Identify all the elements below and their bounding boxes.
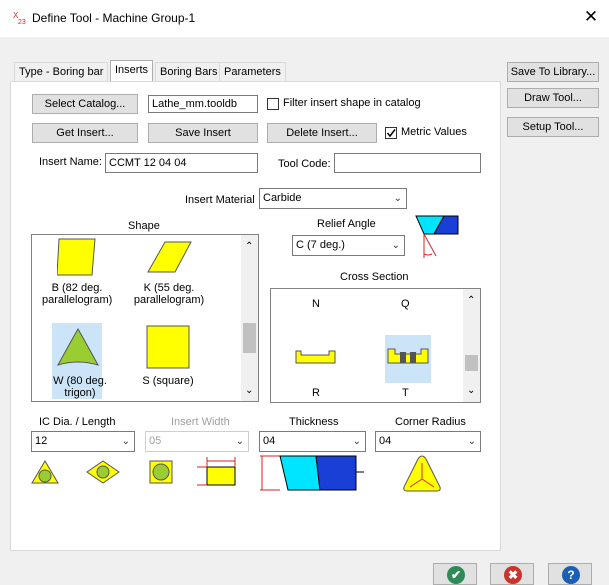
setup-tool-button[interactable]: Setup Tool... bbox=[507, 117, 599, 137]
help-button[interactable]: ? bbox=[548, 563, 592, 585]
cross-section-r-label: R bbox=[312, 387, 320, 399]
app-icon: X 23 bbox=[12, 9, 28, 26]
chevron-down-icon: ⌄ bbox=[235, 436, 244, 447]
shape-list[interactable]: B (82 deg. parallelogram) K (55 deg. par… bbox=[31, 234, 259, 402]
insert-width-label: Insert Width bbox=[171, 416, 230, 428]
insert-material-select[interactable]: Carbide ⌄ bbox=[259, 188, 407, 209]
scroll-down-icon[interactable]: ⌄ bbox=[467, 385, 475, 396]
tool-code-input[interactable] bbox=[334, 153, 481, 173]
check-icon: ✔ bbox=[447, 566, 465, 584]
svg-text:23: 23 bbox=[18, 19, 26, 25]
cross-section-q-image bbox=[387, 348, 429, 364]
shape-scrollbar[interactable]: ⌃ ⌄ bbox=[241, 235, 258, 401]
corner-radius-value: 04 bbox=[379, 435, 392, 447]
thickness-icon bbox=[260, 455, 364, 491]
metric-values-label: Metric Values bbox=[401, 126, 467, 138]
close-icon[interactable]: ✕ bbox=[581, 7, 601, 27]
ok-button[interactable]: ✔ bbox=[433, 563, 477, 585]
filter-checkbox[interactable] bbox=[267, 98, 279, 110]
cross-section-q-label: Q bbox=[401, 298, 410, 310]
cross-section-scrollbar[interactable]: ⌃ ⌄ bbox=[463, 289, 480, 402]
delete-insert-button[interactable]: Delete Insert... bbox=[267, 123, 377, 143]
cross-section-n-label: N bbox=[312, 298, 320, 310]
chevron-down-icon: ⌄ bbox=[121, 436, 130, 447]
cancel-button[interactable]: ✖ bbox=[490, 563, 534, 585]
corner-radius-select[interactable]: 04 ⌄ bbox=[375, 431, 481, 452]
insert-width-select[interactable]: 05 ⌄ bbox=[145, 431, 249, 452]
insert-name-label: Insert Name: bbox=[39, 156, 102, 168]
shape-item-w[interactable]: W (80 deg. trigon) bbox=[42, 323, 122, 399]
tab-type-boring-bar[interactable]: Type - Boring bar bbox=[14, 62, 109, 81]
metric-values-checkbox[interactable] bbox=[385, 127, 397, 139]
ic-diamond-icon bbox=[86, 460, 120, 484]
shape-s-caption: S (square) bbox=[142, 375, 194, 387]
shape-b-image bbox=[57, 238, 96, 276]
chevron-down-icon: ⌄ bbox=[393, 193, 402, 204]
ic-dia-select[interactable]: 12 ⌄ bbox=[31, 431, 135, 452]
ic-square-icon bbox=[149, 460, 173, 484]
chevron-down-icon: ⌄ bbox=[352, 436, 361, 447]
scroll-thumb[interactable] bbox=[465, 355, 478, 371]
cancel-icon: ✖ bbox=[504, 566, 522, 584]
cross-section-t-label: T bbox=[402, 387, 409, 399]
insert-width-value: 05 bbox=[149, 435, 162, 447]
relief-angle-heading: Relief Angle bbox=[317, 218, 376, 230]
shape-k-caption: K (55 deg. parallelogram) bbox=[133, 282, 205, 306]
shape-heading: Shape bbox=[128, 220, 160, 232]
save-insert-button[interactable]: Save Insert bbox=[148, 123, 258, 143]
shape-w-caption: W (80 deg. trigon) bbox=[53, 375, 107, 399]
corner-radius-icon bbox=[403, 455, 441, 492]
cross-section-heading: Cross Section bbox=[340, 271, 409, 283]
thickness-select[interactable]: 04 ⌄ bbox=[259, 431, 366, 452]
get-insert-button[interactable]: Get Insert... bbox=[32, 123, 138, 143]
tab-inserts[interactable]: Inserts bbox=[110, 60, 154, 82]
scroll-up-icon[interactable]: ⌃ bbox=[467, 295, 475, 306]
window-title: Define Tool - Machine Group-1 bbox=[32, 11, 196, 25]
filter-label: Filter insert shape in catalog bbox=[283, 97, 421, 109]
help-icon: ? bbox=[562, 566, 580, 584]
ic-triangle-icon bbox=[31, 460, 59, 484]
thickness-label: Thickness bbox=[289, 416, 339, 428]
tab-parameters[interactable]: Parameters bbox=[219, 62, 286, 81]
insert-material-value: Carbide bbox=[263, 192, 302, 204]
scroll-up-icon[interactable]: ⌃ bbox=[245, 241, 253, 252]
shape-w-image bbox=[56, 327, 100, 366]
thickness-value: 04 bbox=[263, 435, 276, 447]
shape-item-s[interactable]: S (square) bbox=[132, 323, 222, 399]
relief-angle-icon bbox=[415, 215, 459, 258]
shape-b-caption: B (82 deg. parallelogram) bbox=[42, 282, 113, 306]
catalog-file-field[interactable]: Lathe_mm.tooldb bbox=[148, 95, 258, 113]
ic-dia-label: IC Dia. / Length bbox=[39, 416, 116, 428]
relief-angle-select[interactable]: C (7 deg.) ⌄ bbox=[292, 235, 405, 256]
shape-s-image bbox=[146, 325, 190, 369]
ic-dia-value: 12 bbox=[35, 435, 48, 447]
insert-material-label: Insert Material bbox=[185, 194, 255, 206]
chevron-down-icon: ⌄ bbox=[391, 240, 400, 251]
shape-k-image bbox=[147, 241, 192, 273]
shape-item-b[interactable]: B (82 deg. parallelogram) bbox=[42, 235, 132, 317]
corner-radius-label: Corner Radius bbox=[395, 416, 466, 428]
select-catalog-button[interactable]: Select Catalog... bbox=[32, 94, 138, 114]
scroll-down-icon[interactable]: ⌄ bbox=[245, 385, 253, 396]
cross-section-n-image bbox=[295, 350, 336, 364]
tab-boring-bars[interactable]: Boring Bars bbox=[155, 62, 223, 81]
insert-name-input[interactable]: CCMT 12 04 04 bbox=[105, 153, 258, 173]
save-to-library-button[interactable]: Save To Library... bbox=[507, 62, 599, 82]
insert-width-icon bbox=[197, 457, 236, 486]
relief-angle-value: C (7 deg.) bbox=[296, 239, 345, 251]
tool-code-label: Tool Code: bbox=[278, 158, 331, 170]
scroll-thumb[interactable] bbox=[243, 323, 256, 353]
cross-section-list[interactable]: N Q R T ⌃ ⌄ bbox=[270, 288, 481, 403]
shape-item-k[interactable]: K (55 deg. parallelogram) bbox=[124, 235, 214, 317]
chevron-down-icon: ⌄ bbox=[467, 436, 476, 447]
draw-tool-button[interactable]: Draw Tool... bbox=[507, 88, 599, 108]
